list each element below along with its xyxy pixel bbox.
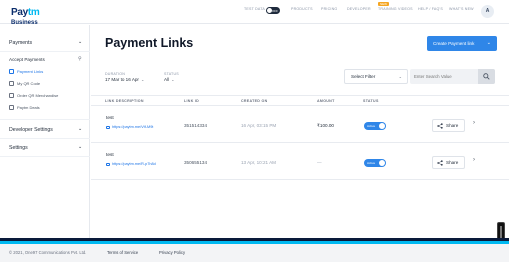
sidebar-divider xyxy=(0,138,90,139)
status-value: All xyxy=(164,77,170,82)
sidebar-divider xyxy=(0,51,90,52)
table-row[interactable]: test https://paytm.me/Vtf-M9t 351514334 … xyxy=(91,107,509,143)
status-dropdown[interactable]: All ⌄ xyxy=(164,77,174,82)
header-created-on: CREATED ON xyxy=(241,99,268,103)
nav-training-videos[interactable]: TRAINING VIDEOS xyxy=(378,7,413,11)
sidebar: Payments ⌄ Accept Payments ⚲ Payment Lin… xyxy=(0,25,90,238)
payment-link-url[interactable]: https://paytm.me/R-p7h8d xyxy=(106,162,156,166)
chevron-down-icon[interactable]: ⌄ xyxy=(78,126,82,132)
nav-products[interactable]: PRODUCTS xyxy=(291,7,313,11)
create-payment-link-button[interactable]: Create Payment link ⌄ xyxy=(427,36,497,51)
sidebar-subheading: Accept Payments xyxy=(9,57,45,62)
chevron-down-icon: ⌄ xyxy=(398,74,402,79)
privacy-policy-link[interactable]: Privacy Policy xyxy=(159,250,185,255)
chevron-down-icon[interactable]: ⌄ xyxy=(78,39,82,45)
sidebar-divider xyxy=(0,119,90,120)
status-toggle[interactable]: Active xyxy=(364,159,386,167)
sidebar-item-label: My QR Code xyxy=(17,81,41,86)
search-input[interactable] xyxy=(414,71,474,82)
link-url-text: https://paytm.me/Vtf-M9t xyxy=(112,125,154,129)
logo-accent: tm xyxy=(27,7,40,18)
duration-dropdown[interactable]: 17 Mar to 16 Apr ⌄ xyxy=(105,77,144,82)
link-title: test xyxy=(106,116,114,121)
link-url-text: https://paytm.me/R-p7h8d xyxy=(112,162,156,166)
search-box xyxy=(410,69,495,84)
page-title: Payment Links xyxy=(105,36,194,50)
shopping-bag-icon xyxy=(9,93,14,99)
created-on: 16 Apr, 03:15 PM xyxy=(241,123,277,128)
top-navigation-bar: Paytm Business TEST DATA OFF PRODUCTS PR… xyxy=(0,0,509,27)
terms-of-service-link[interactable]: Terms of Service xyxy=(107,250,138,255)
main-content: Payment Links Create Payment link ⌄ DURA… xyxy=(91,25,509,238)
payment-link-url[interactable]: https://paytm.me/Vtf-M9t xyxy=(106,125,153,129)
link-title: test xyxy=(106,153,114,158)
status-text: Active xyxy=(367,124,376,128)
share-label: Share xyxy=(446,123,459,128)
amount: ₹100.00 xyxy=(317,123,334,128)
link-id: 350655134 xyxy=(184,160,207,165)
table-header: LINK DESCRIPTION LINK ID CREATED ON AMOU… xyxy=(91,95,509,106)
chevron-down-icon: ⌄ xyxy=(140,77,145,82)
created-on: 13 Apr, 10:21 AM xyxy=(241,160,276,165)
qr-code-icon xyxy=(9,81,14,87)
deals-icon xyxy=(9,105,14,111)
amount: — xyxy=(317,160,322,165)
nav-whats-new[interactable]: WHAT'S NEW xyxy=(449,7,474,11)
sidebar-section-payments[interactable]: Payments xyxy=(9,40,32,46)
pin-icon[interactable]: ⚲ xyxy=(78,56,82,62)
sidebar-divider xyxy=(0,156,90,157)
sidebar-item-payment-links[interactable]: Payment Links xyxy=(9,68,43,75)
chevron-right-icon[interactable]: › xyxy=(473,120,475,126)
sidebar-item-label: Payment Links xyxy=(17,69,44,74)
chevron-down-icon: ⌄ xyxy=(171,77,175,82)
header-status: STATUS xyxy=(363,99,379,103)
link-id: 351514334 xyxy=(184,123,207,128)
link-icon xyxy=(9,69,14,75)
search-button[interactable] xyxy=(478,69,495,84)
duration-label: DURATION xyxy=(105,72,126,76)
duration-value: 17 Mar to 16 Apr xyxy=(105,77,139,82)
footer: © 2021, One97 Communications Pvt. Ltd. T… xyxy=(0,244,509,262)
header-link-description: LINK DESCRIPTION xyxy=(105,99,144,103)
status-toggle[interactable]: Active xyxy=(364,122,386,130)
sidebar-section-settings[interactable]: Settings xyxy=(9,145,28,151)
share-icon xyxy=(437,123,443,129)
table-row[interactable]: test https://paytm.me/R-p7h8d 350655134 … xyxy=(91,144,509,180)
chevron-down-icon[interactable]: ⌄ xyxy=(78,144,82,150)
new-badge: NEW xyxy=(378,2,389,6)
select-filter-dropdown[interactable]: Select Filter ⌄ xyxy=(344,69,408,84)
share-button[interactable]: Share xyxy=(432,156,465,169)
header-link-id: LINK ID xyxy=(184,99,200,103)
status-label: STATUS xyxy=(164,72,179,76)
sidebar-item-paytm-deals[interactable]: Paytm Deals xyxy=(9,104,40,111)
nav-pricing[interactable]: PRICING xyxy=(321,7,337,11)
share-icon xyxy=(437,160,443,166)
sidebar-item-label: Paytm Deals xyxy=(17,105,40,110)
link-icon xyxy=(106,125,110,129)
link-icon xyxy=(106,162,110,166)
create-button-label: Create Payment link xyxy=(433,41,475,46)
toggle-label: OFF xyxy=(272,8,278,13)
footer-copyright: © 2021, One97 Communications Pvt. Ltd. xyxy=(9,250,87,255)
search-icon xyxy=(483,73,490,80)
test-data-toggle[interactable]: OFF xyxy=(266,7,280,14)
sidebar-item-order-qr[interactable]: Order QR Merchandise xyxy=(9,92,58,99)
user-avatar[interactable]: A xyxy=(481,5,494,18)
share-button[interactable]: Share xyxy=(432,119,465,132)
nav-help-faq[interactable]: HELP / FAQ'S xyxy=(418,7,443,11)
nav-developer[interactable]: DEVELOPER xyxy=(347,7,371,11)
sidebar-item-my-qr-code[interactable]: My QR Code xyxy=(9,80,40,87)
paytm-business-logo[interactable]: Paytm Business xyxy=(11,3,40,27)
chevron-right-icon[interactable]: › xyxy=(473,157,475,163)
share-label: Share xyxy=(446,160,459,165)
chevron-down-icon: ⌄ xyxy=(486,40,491,46)
logo-main: Pay xyxy=(11,7,28,18)
sidebar-item-label: Order QR Merchandise xyxy=(17,93,59,98)
nav-test-data: TEST DATA xyxy=(244,7,265,11)
select-filter-label: Select Filter xyxy=(351,74,376,79)
header-amount: AMOUNT xyxy=(317,99,335,103)
status-text: Active xyxy=(367,161,376,165)
sidebar-section-developer-settings[interactable]: Developer Settings xyxy=(9,127,53,133)
